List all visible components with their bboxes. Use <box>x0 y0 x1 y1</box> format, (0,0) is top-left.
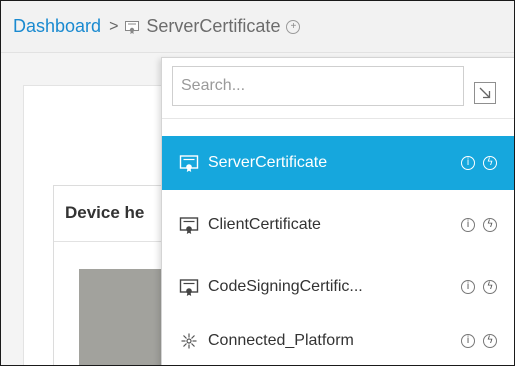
list-item-label: CodeSigningCertific... <box>208 278 363 295</box>
chart-placeholder <box>79 269 169 365</box>
list-item-actions: i ϟ <box>461 136 497 190</box>
expand-arrow-icon[interactable] <box>474 82 496 104</box>
app-frame: Dashboard > ServerCertificate + Device h… <box>0 0 515 366</box>
list-item-actions: i ϟ <box>461 198 497 252</box>
list-item-label: ServerCertificate <box>208 154 328 171</box>
lightning-icon[interactable]: ϟ <box>483 156 497 170</box>
list-item[interactable]: Connected_Platform i ϟ <box>162 314 514 365</box>
info-icon[interactable]: i <box>461 334 475 348</box>
info-icon[interactable]: i <box>461 218 475 232</box>
breadcrumb-current: ServerCertificate <box>146 16 281 36</box>
thing-selector-dropdown: ServerCertificate i ϟ ClientCertificate <box>161 57 514 365</box>
lightning-icon[interactable]: ϟ <box>483 280 497 294</box>
lightning-icon[interactable]: ϟ <box>483 334 497 348</box>
list-item[interactable]: CodeSigningCertific... i ϟ <box>162 260 514 314</box>
info-icon[interactable]: i <box>461 156 475 170</box>
certificate-icon <box>178 276 200 298</box>
breadcrumb-dashboard-link[interactable]: Dashboard <box>13 16 101 37</box>
list-item-label: ClientCertificate <box>208 216 321 233</box>
search-row <box>172 66 507 110</box>
search-input[interactable] <box>172 66 464 106</box>
thing-list: ServerCertificate i ϟ ClientCertificate <box>162 136 514 365</box>
circle-plus-icon[interactable]: + <box>286 19 301 34</box>
list-item-label: Connected_Platform <box>208 332 354 349</box>
info-icon[interactable]: i <box>461 280 475 294</box>
certificate-icon <box>178 152 200 174</box>
list-item[interactable]: ServerCertificate i ϟ <box>162 136 514 190</box>
breadcrumb: Dashboard > ServerCertificate + <box>1 1 514 53</box>
certificate-icon <box>124 19 140 35</box>
connected-platform-icon <box>178 330 200 352</box>
list-item-actions: i ϟ <box>461 260 497 314</box>
lightning-icon[interactable]: ϟ <box>483 218 497 232</box>
search-divider <box>162 118 514 119</box>
device-panel-title: Device he <box>65 203 145 222</box>
certificate-icon <box>178 214 200 236</box>
list-item[interactable]: ClientCertificate i ϟ <box>162 198 514 252</box>
list-item-actions: i ϟ <box>461 314 497 365</box>
breadcrumb-separator: > <box>109 17 119 35</box>
